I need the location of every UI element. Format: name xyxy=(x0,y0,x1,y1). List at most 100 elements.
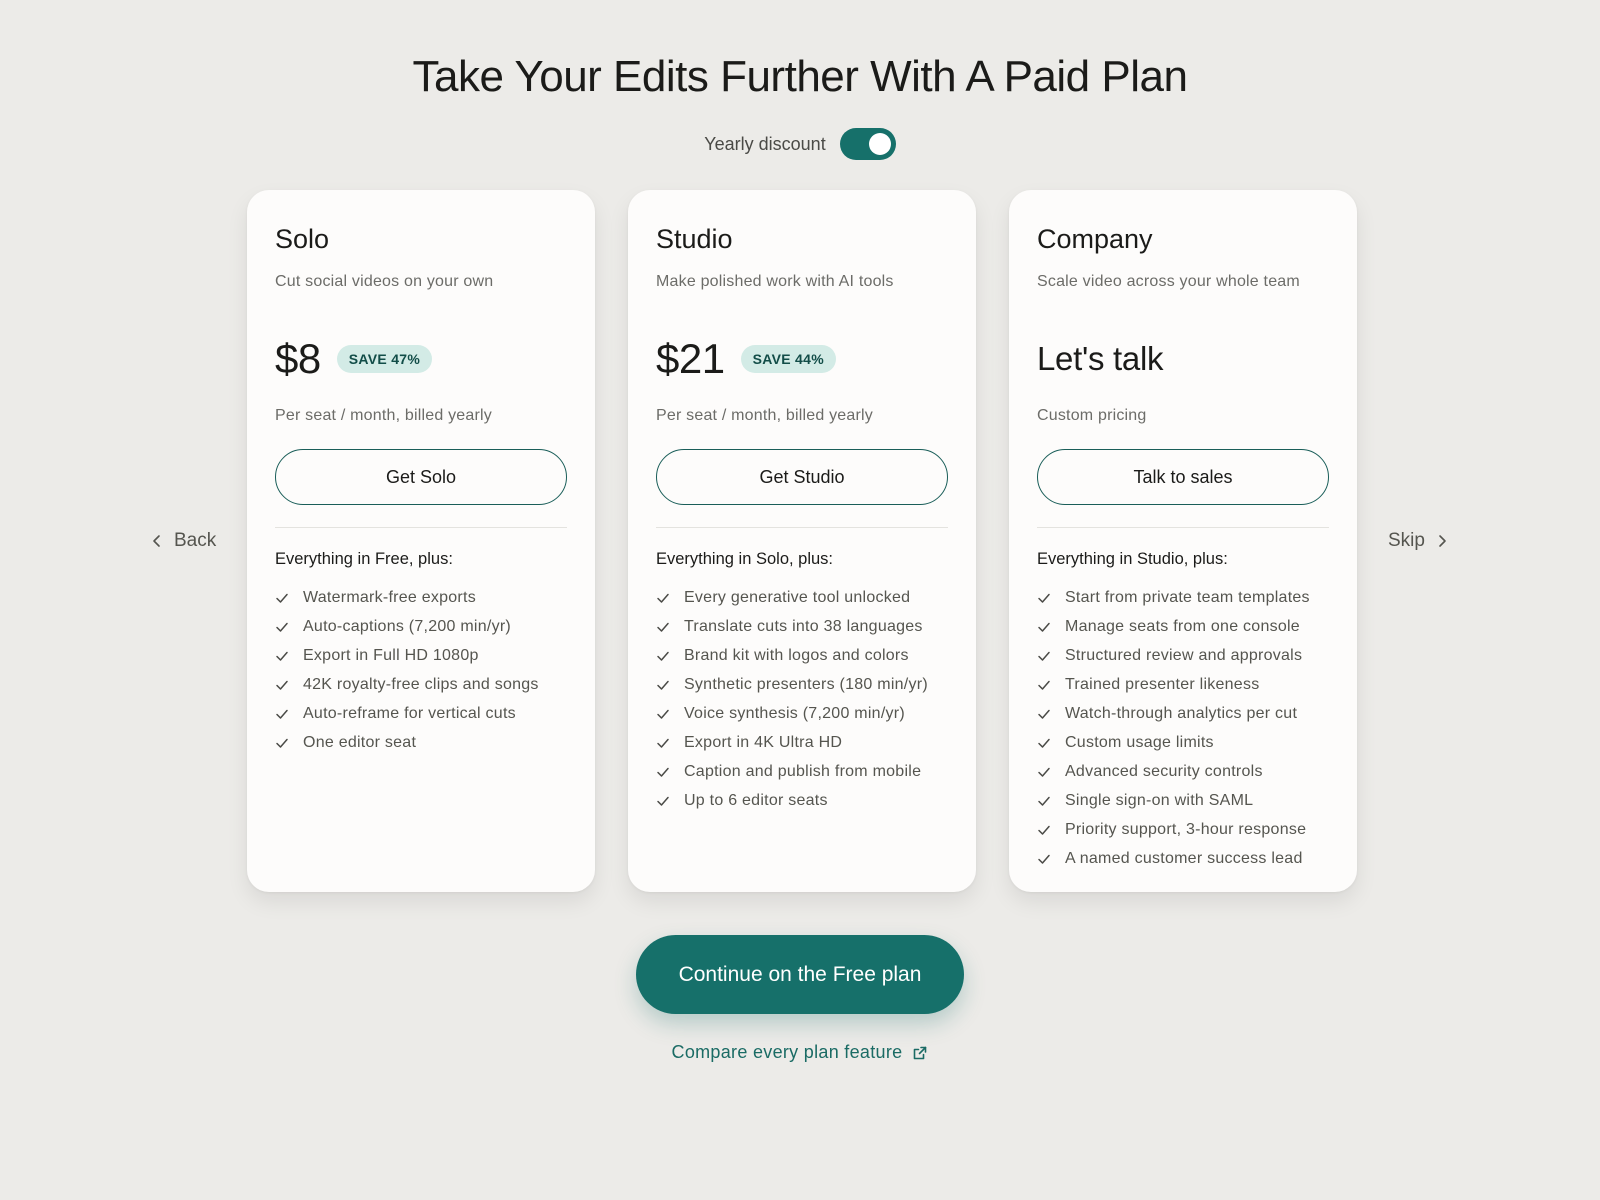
feature-list: Start from private team templates Manage … xyxy=(1037,583,1329,873)
feature-item: 42K royalty-free clips and songs xyxy=(275,670,567,699)
divider xyxy=(275,527,567,528)
check-icon xyxy=(1038,651,1050,661)
feature-item: Trained presenter likeness xyxy=(1037,670,1329,699)
talk-to-sales-button[interactable]: Talk to sales xyxy=(1037,449,1329,505)
check-icon xyxy=(1038,796,1050,806)
feature-item: Synthetic presenters (180 min/yr) xyxy=(656,670,948,699)
feature-item: Single sign-on with SAML xyxy=(1037,786,1329,815)
check-icon xyxy=(657,680,669,690)
feature-label: Brand kit with logos and colors xyxy=(684,646,909,664)
get-studio-button[interactable]: Get Studio xyxy=(656,449,948,505)
plan-name: Studio xyxy=(656,224,733,254)
check-icon xyxy=(276,622,288,632)
feature-label: Auto-captions (7,200 min/yr) xyxy=(303,617,511,635)
price-row: $21 SAVE 44% xyxy=(656,335,948,383)
feature-label: Voice synthesis (7,200 min/yr) xyxy=(684,704,905,722)
feature-item: Voice synthesis (7,200 min/yr) xyxy=(656,699,948,728)
divider xyxy=(656,527,948,528)
compare-plans-link[interactable]: Compare every plan feature xyxy=(0,1042,1600,1063)
check-icon xyxy=(1038,622,1050,632)
check-icon xyxy=(657,738,669,748)
check-icon xyxy=(276,593,288,603)
external-link-icon xyxy=(914,1046,927,1059)
billing-note: Per seat / month, billed yearly xyxy=(656,407,873,424)
plan-name: Company xyxy=(1037,224,1153,254)
toggle-knob xyxy=(868,133,891,155)
feature-item: Auto-reframe for vertical cuts xyxy=(275,699,567,728)
check-icon xyxy=(1038,738,1050,748)
check-icon xyxy=(276,651,288,661)
feature-label: Custom usage limits xyxy=(1065,733,1214,751)
feature-item: Priority support, 3-hour response xyxy=(1037,815,1329,844)
plan-card-company: Company Scale video across your whole te… xyxy=(1009,190,1357,892)
feature-label: Trained presenter likeness xyxy=(1065,675,1260,693)
plan-price: $8 xyxy=(275,335,321,382)
plan-price: $21 xyxy=(656,335,725,382)
feature-list: Every generative tool unlocked Translate … xyxy=(656,583,948,815)
check-icon xyxy=(1038,593,1050,603)
plan-description: Cut social videos on your own xyxy=(275,273,494,290)
plan-price: Let's talk xyxy=(1037,340,1164,377)
feature-item: Watermark-free exports xyxy=(275,583,567,612)
plan-card-studio: Studio Make polished work with AI tools … xyxy=(628,190,976,892)
includes-heading: Everything in Solo, plus: xyxy=(656,550,834,568)
feature-item: Custom usage limits xyxy=(1037,728,1329,757)
yearly-discount-toggle-row: Yearly discount xyxy=(0,128,1600,160)
feature-item: A named customer success lead xyxy=(1037,844,1329,873)
check-icon xyxy=(657,651,669,661)
feature-item: Brand kit with logos and colors xyxy=(656,641,948,670)
check-icon xyxy=(276,680,288,690)
feature-item: Caption and publish from mobile xyxy=(656,757,948,786)
plan-cards: Solo Cut social videos on your own $8 SA… xyxy=(247,190,1357,892)
includes-heading: Everything in Studio, plus: xyxy=(1037,550,1228,568)
feature-item: Structured review and approvals xyxy=(1037,641,1329,670)
feature-label: Every generative tool unlocked xyxy=(684,588,911,606)
billing-note: Custom pricing xyxy=(1037,407,1147,424)
yearly-discount-toggle[interactable] xyxy=(839,128,896,160)
feature-label: Advanced security controls xyxy=(1065,762,1263,780)
save-badge: SAVE 44% xyxy=(740,345,836,373)
feature-label: Auto-reframe for vertical cuts xyxy=(303,704,516,722)
plan-description: Make polished work with AI tools xyxy=(656,273,894,290)
skip-button[interactable]: Skip xyxy=(1388,530,1447,552)
feature-label: Export in 4K Ultra HD xyxy=(684,733,843,751)
back-button[interactable]: Back xyxy=(152,530,216,552)
chevron-right-icon xyxy=(1439,535,1446,547)
feature-item: One editor seat xyxy=(275,728,567,757)
check-icon xyxy=(276,709,288,719)
plan-name: Solo xyxy=(275,224,330,254)
yearly-discount-label: Yearly discount xyxy=(704,133,826,154)
back-label: Back xyxy=(174,530,217,551)
skip-label: Skip xyxy=(1388,530,1425,551)
check-icon xyxy=(657,767,669,777)
price-row: Let's talk xyxy=(1037,335,1329,383)
includes-heading: Everything in Free, plus: xyxy=(275,550,453,568)
check-icon xyxy=(1038,854,1050,864)
feature-item: Start from private team templates xyxy=(1037,583,1329,612)
feature-label: Export in Full HD 1080p xyxy=(303,646,479,664)
divider xyxy=(1037,527,1329,528)
check-icon xyxy=(657,709,669,719)
feature-label: Watermark-free exports xyxy=(303,588,476,606)
feature-label: Synthetic presenters (180 min/yr) xyxy=(684,675,928,693)
feature-label: 42K royalty-free clips and songs xyxy=(303,675,539,693)
feature-label: Structured review and approvals xyxy=(1065,646,1303,664)
plan-card-solo: Solo Cut social videos on your own $8 SA… xyxy=(247,190,595,892)
check-icon xyxy=(657,593,669,603)
billing-note: Per seat / month, billed yearly xyxy=(275,407,492,424)
check-icon xyxy=(1038,680,1050,690)
page-title: Take Your Edits Further With A Paid Plan xyxy=(412,52,1188,101)
feature-item: Up to 6 editor seats xyxy=(656,786,948,815)
feature-item: Watch-through analytics per cut xyxy=(1037,699,1329,728)
feature-label: A named customer success lead xyxy=(1065,849,1303,867)
continue-free-plan-button[interactable]: Continue on the Free plan xyxy=(636,935,964,1014)
check-icon xyxy=(657,622,669,632)
save-badge: SAVE 47% xyxy=(336,345,433,373)
feature-item: Auto-captions (7,200 min/yr) xyxy=(275,612,567,641)
feature-label: Start from private team templates xyxy=(1065,588,1310,606)
feature-label: One editor seat xyxy=(303,733,417,751)
get-solo-button[interactable]: Get Solo xyxy=(275,449,567,505)
check-icon xyxy=(657,796,669,806)
price-row: $8 SAVE 47% xyxy=(275,335,567,383)
feature-item: Advanced security controls xyxy=(1037,757,1329,786)
